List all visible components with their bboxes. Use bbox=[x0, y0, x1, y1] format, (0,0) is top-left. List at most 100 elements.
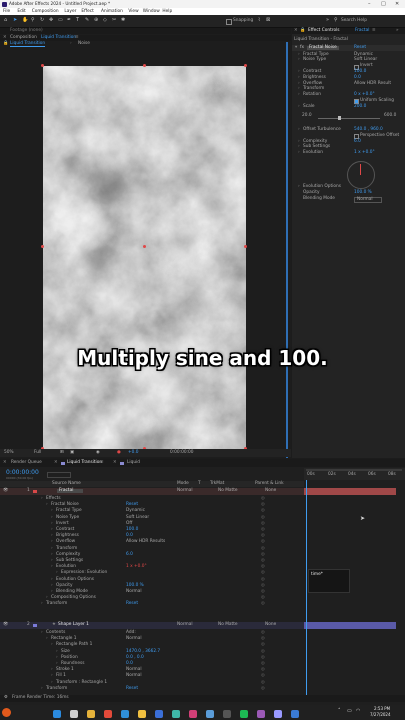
anchor-point[interactable] bbox=[143, 245, 146, 248]
chevron-up-icon[interactable]: ˄ bbox=[338, 709, 341, 714]
keyframe-swirl-icon[interactable]: ◎ bbox=[261, 649, 265, 654]
prop-value[interactable]: Off bbox=[126, 521, 132, 526]
ec-reset-link[interactable]: Reset bbox=[354, 45, 366, 50]
lock-icon[interactable]: 🔒 bbox=[3, 41, 8, 46]
tab-liquid[interactable]: Liquid bbox=[127, 460, 140, 465]
minimize-button[interactable]: – bbox=[368, 1, 371, 7]
time-ruler[interactable]: 00s 02s 04s 06s 08s bbox=[304, 468, 405, 480]
expand-arrow-icon[interactable]: › bbox=[298, 75, 300, 80]
prop-value[interactable]: Normal bbox=[126, 589, 142, 594]
menu-help[interactable]: Help bbox=[162, 9, 172, 14]
expand-arrow-icon[interactable]: › bbox=[51, 577, 53, 582]
layer-label-color[interactable] bbox=[33, 490, 37, 493]
expand-arrow-icon[interactable]: › bbox=[298, 144, 300, 149]
timeline-prop-row[interactable]: › Evolution 1 x +0.0° ◎ bbox=[0, 564, 304, 570]
timeline-prop-row[interactable]: › Invert Off ◎ bbox=[0, 521, 304, 527]
timeline-prop-row[interactable]: › Stroke 1 Normal ◎ bbox=[0, 667, 304, 673]
ec-prop-value[interactable]: 200.0 bbox=[354, 104, 366, 109]
brush-tool-icon[interactable]: ✎ bbox=[85, 18, 89, 23]
clock-time[interactable]: 2:53 PM bbox=[374, 707, 390, 711]
layer-mode[interactable]: Normal bbox=[177, 622, 193, 627]
prop-value[interactable]: 1470.0 , 3662.7 bbox=[126, 649, 160, 654]
ec-menu-icon[interactable]: ≡ bbox=[372, 28, 376, 33]
menu-file[interactable]: File bbox=[3, 9, 10, 14]
layer-bar-shape[interactable] bbox=[304, 622, 396, 629]
keyframe-swirl-icon[interactable]: ◎ bbox=[261, 552, 265, 557]
ec-opacity-value[interactable]: 100.0 % bbox=[354, 190, 372, 195]
keyframe-swirl-icon[interactable]: ◎ bbox=[261, 667, 265, 672]
pen-tool-icon[interactable]: ✒ bbox=[67, 18, 71, 23]
search-help-field[interactable]: Search Help bbox=[341, 18, 367, 23]
layer-name[interactable]: Shape Layer 1 bbox=[58, 622, 89, 627]
expand-arrow-icon[interactable]: › bbox=[51, 546, 53, 551]
expand-arrow-icon[interactable]: › bbox=[51, 583, 53, 588]
tab-menu-icon[interactable]: ≡ bbox=[100, 460, 104, 465]
eraser-tool-icon[interactable]: ◇ bbox=[103, 18, 107, 23]
visibility-eye-icon[interactable]: 👁 bbox=[3, 488, 8, 493]
comp-canvas[interactable] bbox=[43, 66, 246, 449]
keyframe-swirl-icon[interactable]: ◎ bbox=[261, 558, 265, 563]
breadcrumb-liquid-transition[interactable]: Liquid Transition bbox=[10, 41, 46, 48]
timeline-prop-row[interactable]: › Rectangle 1 Normal ◎ bbox=[0, 636, 304, 642]
layer-parent[interactable]: None bbox=[265, 622, 276, 627]
photos-icon[interactable] bbox=[257, 710, 265, 718]
spotify-icon[interactable] bbox=[240, 710, 248, 718]
keyframe-swirl-icon[interactable]: ◎ bbox=[261, 655, 265, 660]
menu-composition[interactable]: Composition bbox=[32, 9, 59, 14]
expand-arrow-icon[interactable]: › bbox=[51, 589, 53, 594]
menu-animation[interactable]: Animation bbox=[101, 9, 123, 14]
timeline-prop-row[interactable]: › Fractal Noise Reset ◎ bbox=[0, 502, 304, 508]
keyframe-swirl-icon[interactable]: ◎ bbox=[261, 577, 265, 582]
snap-option-icon[interactable]: ⌇ bbox=[258, 18, 260, 23]
chat-icon[interactable] bbox=[291, 710, 299, 718]
expand-arrow-icon[interactable]: › bbox=[298, 86, 300, 91]
col-trkmat[interactable]: TrkMat bbox=[210, 481, 224, 486]
timeline-prop-row[interactable]: › Transform ◎ bbox=[0, 546, 304, 552]
playhead[interactable] bbox=[306, 480, 307, 698]
timeline-prop-row[interactable]: › Size 1470.0 , 3662.7 ◎ bbox=[0, 649, 304, 655]
wifi-icon[interactable]: ◠ bbox=[356, 709, 360, 714]
home-icon[interactable]: ⌂ bbox=[4, 18, 7, 23]
keyframe-swirl-icon[interactable]: ◎ bbox=[261, 515, 265, 520]
scale-thumb[interactable] bbox=[338, 116, 341, 120]
expand-arrow-icon[interactable]: › bbox=[51, 515, 53, 520]
timeline-prop-row[interactable]: › Contrast 100.0 ◎ bbox=[0, 527, 304, 533]
puppet-tool-icon[interactable]: ✱ bbox=[121, 18, 125, 23]
timeline-prop-row[interactable]: › Evolution Options ◎ bbox=[0, 577, 304, 583]
expand-arrow-icon[interactable]: › bbox=[56, 661, 58, 666]
selection-tool-icon[interactable]: ➤ bbox=[13, 18, 17, 23]
menu-edit[interactable]: Edit bbox=[17, 9, 25, 14]
timeline-prop-row[interactable]: › Contents Add: ◎ bbox=[0, 630, 304, 636]
clone-tool-icon[interactable]: ⊕ bbox=[94, 18, 98, 23]
comp-menu-icon[interactable]: ≡ bbox=[75, 35, 79, 40]
ec-prop-value[interactable]: Invert bbox=[360, 63, 373, 68]
layer-mode[interactable]: Normal bbox=[177, 488, 193, 493]
snapping-checkbox[interactable] bbox=[226, 19, 232, 25]
expand-arrow-icon[interactable]: › bbox=[298, 81, 300, 86]
search-icon[interactable] bbox=[70, 710, 78, 718]
keyframe-swirl-icon[interactable]: ◎ bbox=[261, 540, 265, 545]
expand-arrow-icon[interactable]: › bbox=[51, 540, 53, 545]
mask-icon[interactable]: ▣ bbox=[70, 450, 74, 455]
expand-arrow-icon[interactable]: › bbox=[56, 649, 58, 654]
zoom-tool-icon[interactable]: ⚲ bbox=[31, 18, 35, 23]
aftereffects-icon[interactable] bbox=[274, 710, 282, 718]
expand-arrow-icon[interactable]: › bbox=[51, 558, 53, 563]
prop-value[interactable]: 0.0 bbox=[126, 533, 133, 538]
ec-prop-value[interactable]: Uniform Scaling bbox=[360, 98, 394, 103]
close-tab-icon[interactable]: ✕ bbox=[294, 28, 298, 33]
color-icon[interactable]: ● bbox=[117, 450, 121, 455]
expression-editor[interactable]: time* bbox=[308, 569, 350, 593]
timeline-prop-row[interactable]: › Position 0.0 , 0.0 ◎ bbox=[0, 655, 304, 661]
layer-name[interactable]: Fractal bbox=[57, 488, 84, 494]
timeline-prop-row[interactable]: › Expression: Evolution ◎ bbox=[0, 570, 304, 576]
expand-arrow-icon[interactable]: › bbox=[41, 630, 43, 635]
col-parent[interactable]: Parent & Link bbox=[255, 481, 284, 486]
expand-arrow-icon[interactable]: › bbox=[51, 643, 53, 648]
prop-value[interactable]: Reset bbox=[126, 686, 138, 691]
chrome-icon[interactable] bbox=[104, 710, 112, 718]
edge-icon[interactable] bbox=[172, 710, 180, 718]
anchor-tool-icon[interactable]: ✥ bbox=[49, 18, 53, 23]
tab-render-queue[interactable]: Render Queue bbox=[11, 460, 42, 465]
zoom-dropdown[interactable]: 50% bbox=[4, 450, 14, 455]
